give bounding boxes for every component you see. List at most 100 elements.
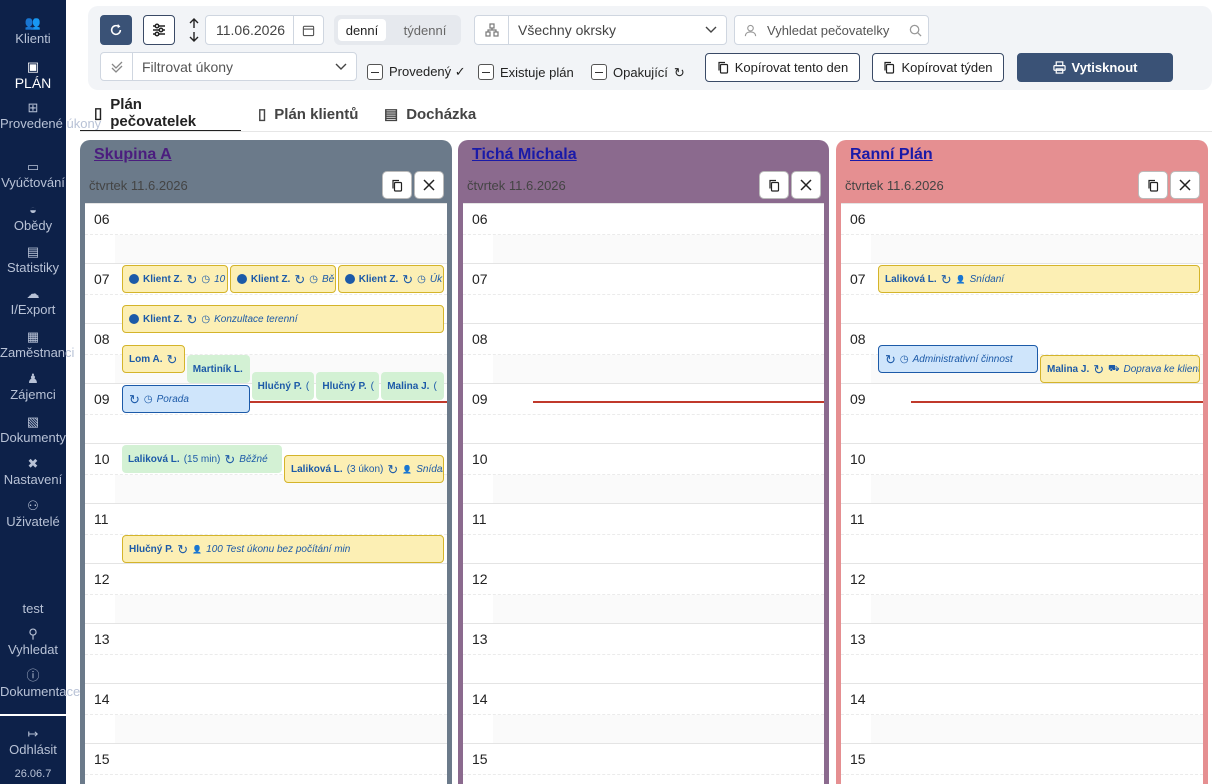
schedule-event[interactable]: Martiník L.	[186, 355, 250, 383]
sidebar-item-5[interactable]: ◒ Obědy	[0, 203, 66, 233]
event-client-name: Klient Z.	[250, 273, 291, 285]
schedule-event[interactable]: Laliková L. (3 úkon) ↻ 👤 Snídar	[284, 455, 444, 483]
plan-exists-checkbox[interactable]: Existuje plán	[478, 61, 574, 83]
view-day-button[interactable]: denní	[338, 19, 386, 41]
hour-row[interactable]: 15	[85, 743, 447, 784]
sidebar-item-6[interactable]: ▤ Statistiky	[0, 245, 66, 275]
sidebar-item-label: Provedené úkony	[0, 116, 102, 131]
hour-row[interactable]: 10	[841, 443, 1203, 504]
hour-row[interactable]: 14	[463, 683, 824, 744]
copy-column-button[interactable]	[382, 171, 412, 199]
repeating-checkbox[interactable]: Opakující ↻	[591, 61, 685, 83]
search-input[interactable]: Vyhledat pečovatelky	[765, 23, 902, 38]
sidebar-item-12[interactable]: ⚇ Uživatelé	[0, 499, 66, 529]
hour-row[interactable]: 10	[463, 443, 824, 504]
schedule-event[interactable]: Hlučný P.(	[316, 372, 380, 400]
schedule-event[interactable]: ↻ ◷ Porada	[122, 385, 250, 413]
close-column-button[interactable]	[791, 171, 821, 199]
column-title-link[interactable]: Ranní Plán	[850, 146, 933, 164]
hour-row[interactable]: 13	[841, 623, 1203, 683]
time-grid[interactable]: 06 07 08 09 10 11 12 13 14 15 Klient Z. ↻ ◷ 10 Klient …	[85, 203, 447, 784]
clock-status-icon	[129, 314, 139, 324]
hour-row[interactable]: 11	[463, 503, 824, 563]
schedule-event[interactable]: Laliková L. ↻ 👤 Snídaní	[878, 265, 1200, 293]
copy-column-button[interactable]	[759, 171, 789, 199]
event-task: Bě	[321, 273, 335, 285]
hour-row[interactable]: 14	[841, 683, 1203, 744]
settings-button[interactable]	[143, 15, 175, 45]
tab-attendance[interactable]: ▤ Docházka	[384, 96, 476, 132]
hour-row[interactable]: 12	[463, 563, 824, 624]
hour-row[interactable]: 13	[463, 623, 824, 683]
copy-day-label: Kopírovat tento den	[734, 60, 849, 75]
done-box[interactable]	[367, 64, 383, 80]
hour-row[interactable]: 09	[841, 383, 1203, 443]
sidebar-item-4[interactable]: ▭ Vyúčtování	[0, 160, 66, 190]
schedule-event[interactable]: Malina J.(	[381, 372, 444, 400]
time-grid[interactable]: 06 07 08 09 10 11 12 13 14 15	[463, 203, 824, 784]
sidebar-item-9[interactable]: ♟ Zájemci	[0, 372, 66, 402]
sidebar-logout[interactable]: ↦ Odhlásit	[0, 727, 66, 757]
tab-caregiver-plan[interactable]: ▯ Plán pečovatelek	[80, 96, 241, 132]
sidebar-docs[interactable]: ⓘ Dokumentace	[0, 669, 80, 699]
hour-row[interactable]: 15	[841, 743, 1203, 784]
task-filter-select[interactable]: Filtrovat úkony	[100, 52, 357, 81]
repeat-icon: ↻	[673, 64, 685, 80]
sidebar-item-3[interactable]: ⊞ Provedené úkony	[0, 101, 102, 131]
copy-week-button[interactable]: Kopírovat týden	[872, 53, 1004, 82]
copy-day-button[interactable]: Kopírovat tento den	[705, 53, 860, 82]
column-title-link[interactable]: Skupina A	[94, 146, 172, 164]
hour-row[interactable]: 08	[463, 323, 824, 384]
sidebar-item-1[interactable]: 👥 Klienti	[0, 16, 66, 46]
schedule-event[interactable]: ↻ ◷ Administrativní činnost	[878, 345, 1038, 373]
plan-exists-box[interactable]	[478, 64, 494, 80]
hour-row[interactable]: 15	[463, 743, 824, 784]
schedule-event[interactable]: Lom A. ↻	[122, 345, 185, 373]
schedule-event[interactable]: Klient Z. ↻ ◷ Úk	[337, 265, 444, 293]
caregiver-search[interactable]: Vyhledat pečovatelky	[734, 15, 929, 45]
column-title-link[interactable]: Tichá Michala	[472, 146, 577, 164]
done-checkbox[interactable]: Provedený ✓	[367, 61, 466, 83]
refresh-button[interactable]	[100, 15, 132, 45]
copy-column-button[interactable]	[1138, 171, 1168, 199]
time-grid[interactable]: 06 07 08 09 10 11 12 13 14 15 Laliková L. ↻ 👤 Snídaní…	[841, 203, 1203, 784]
hour-row[interactable]: 06	[841, 203, 1203, 264]
sidebar-search[interactable]: ⚲ Vyhledat	[0, 627, 66, 657]
document-icon: ▧	[26, 414, 40, 429]
hour-row[interactable]: 13	[85, 623, 447, 683]
hour-row[interactable]: 09	[463, 383, 824, 443]
hour-label: 14	[850, 691, 866, 707]
sidebar-item-11[interactable]: ✖ Nastavení	[0, 457, 66, 487]
print-button[interactable]: Vytisknout	[1017, 53, 1173, 82]
schedule-event[interactable]: Klient Z. ↻ ◷ Bě	[229, 265, 336, 293]
close-column-button[interactable]	[1170, 171, 1200, 199]
sidebar-item-7[interactable]: ☁ I/Export	[0, 287, 66, 317]
sidebar-item-2[interactable]: ▣ PLÁN	[0, 60, 66, 91]
sidebar-item-8[interactable]: ▦ Zaměstnanci	[0, 329, 74, 360]
hour-row[interactable]: 06	[85, 203, 447, 264]
sidebar-separator	[0, 714, 66, 716]
view-week-button[interactable]: týdenní	[392, 19, 458, 41]
calendar-icon[interactable]	[293, 16, 323, 44]
schedule-event[interactable]: Hlučný P.(	[251, 372, 315, 400]
hour-row[interactable]: 07	[463, 263, 824, 323]
tab-client-plan[interactable]: ▯ Plán klientů	[258, 96, 358, 132]
close-column-button[interactable]	[414, 171, 444, 199]
schedule-event[interactable]: Hlučný P. ↻ 👤 100 Test úkonu bez počítání m…	[122, 535, 444, 563]
hour-row[interactable]: 14	[85, 683, 447, 744]
sort-arrows-icon[interactable]	[186, 17, 202, 43]
hour-row[interactable]: 11	[841, 503, 1203, 563]
district-select[interactable]: Všechny okrsky	[474, 15, 727, 45]
schedule-event[interactable]: Malina J. ↻ ⛟ Doprava ke klient	[1040, 355, 1200, 383]
hour-label: 15	[850, 751, 866, 767]
hour-row[interactable]: 12	[85, 563, 447, 624]
repeating-box[interactable]	[591, 64, 607, 80]
hour-row[interactable]: 12	[841, 563, 1203, 624]
hour-row[interactable]: 06	[463, 203, 824, 264]
id-badge-icon: ▦	[26, 329, 40, 344]
schedule-event[interactable]: Klient Z. ↻ ◷ 10	[122, 265, 228, 293]
schedule-event[interactable]: Laliková L. (15 min) ↻ Běžné	[122, 445, 282, 473]
schedule-event[interactable]: Klient Z. ↻ ◷ Konzultace terenní	[122, 305, 444, 333]
date-field[interactable]: 11.06.2026	[205, 15, 324, 45]
sidebar-item-10[interactable]: ▧ Dokumenty	[0, 415, 66, 445]
